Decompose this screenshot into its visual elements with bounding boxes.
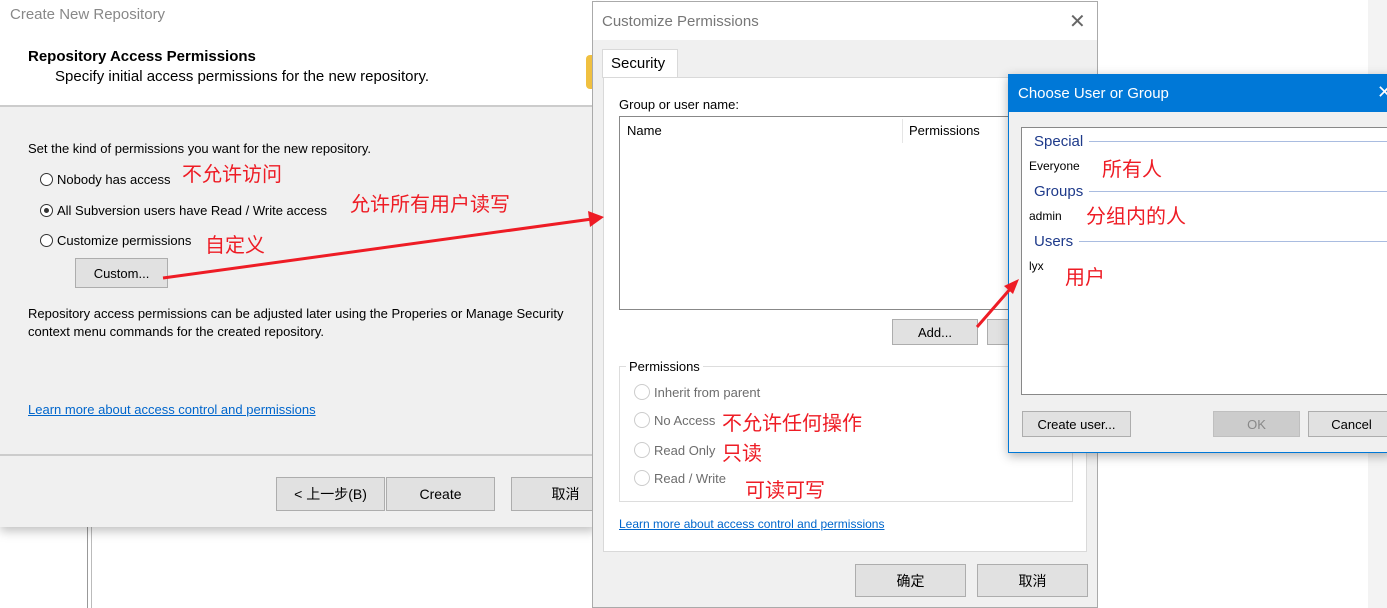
arrowhead xyxy=(588,211,604,227)
arrow-line xyxy=(162,217,593,280)
annotation-arrows xyxy=(162,211,1019,328)
arrow-line xyxy=(975,287,1013,328)
